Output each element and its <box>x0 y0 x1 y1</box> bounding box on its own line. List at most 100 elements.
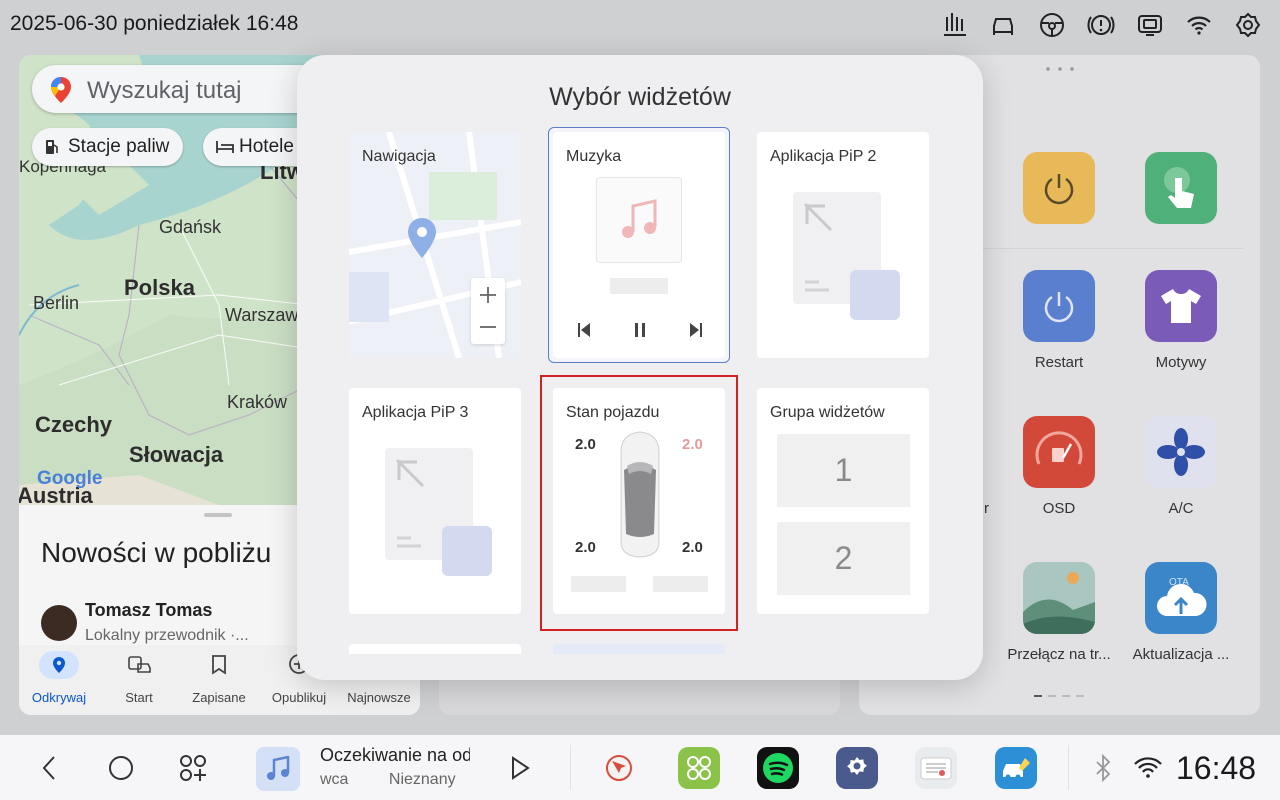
previous-icon[interactable] <box>577 322 591 338</box>
dialog-title: Wybór widżetów <box>549 83 731 111</box>
wifi-icon[interactable] <box>1133 755 1163 781</box>
dock-app-navigation[interactable] <box>598 747 640 789</box>
touch-hand-icon <box>1164 167 1194 208</box>
sheet-handle[interactable] <box>204 513 232 517</box>
radio-icon <box>920 757 952 780</box>
gauge-icon <box>1035 431 1083 465</box>
tab-odkrywaj[interactable]: Odkrywaj <box>19 645 99 715</box>
datetime: 2025-06-30 poniedziałek 16:48 <box>10 12 299 35</box>
app-label-motywy: Motywy <box>1155 354 1207 371</box>
car-icon[interactable] <box>989 11 1017 39</box>
media-subtitle: wca Nieznany <box>320 771 456 788</box>
widget-next-row[interactable] <box>553 644 725 654</box>
widget-pip-2[interactable]: Aplikacja PiP 2 <box>757 132 929 358</box>
widget-title: Aplikacja PiP 3 <box>362 404 469 421</box>
pip-preview-icon <box>793 192 900 320</box>
car-wrench-icon <box>1003 758 1030 780</box>
tab-start[interactable]: Start <box>99 645 179 715</box>
touch-app[interactable] <box>1145 152 1217 224</box>
compass-icon <box>606 755 632 781</box>
restart-icon <box>1044 292 1074 323</box>
maps-search-bar[interactable]: Wyszukaj tutaj <box>32 65 332 113</box>
dock-clock: 16:48 <box>1176 750 1257 786</box>
map-label-slowacja: Słowacja <box>129 442 224 467</box>
tab-label: Odkrywaj <box>31 690 87 705</box>
widget-muzyka[interactable]: Muzyka <box>548 127 730 363</box>
tshirt-icon <box>1161 289 1201 323</box>
widget-grupa[interactable]: Grupa widżetów 1 2 <box>757 388 929 614</box>
widget-title: Muzyka <box>566 148 622 165</box>
steering-wheel-icon[interactable] <box>1038 11 1066 39</box>
track-placeholder <box>610 278 668 294</box>
home-icon[interactable] <box>108 755 134 781</box>
google-logo: Google <box>37 468 103 489</box>
widget-next-row[interactable] <box>349 644 521 654</box>
tab-zapisane[interactable]: Zapisane <box>179 645 259 715</box>
wallpaper-app[interactable] <box>1023 562 1095 634</box>
warning-icon[interactable] <box>1087 11 1115 39</box>
power-app[interactable] <box>1023 152 1095 224</box>
fan-icon <box>1157 428 1205 476</box>
apps-grid-icon[interactable] <box>179 754 207 782</box>
dock-app-spotify[interactable] <box>757 747 799 789</box>
cloud-upload-icon: OTA <box>1157 577 1207 616</box>
landscape-icon <box>1023 562 1095 634</box>
media-album-thumb[interactable] <box>256 747 300 791</box>
maps-search-placeholder[interactable]: Wyszukaj tutaj <box>87 77 242 105</box>
heat-icon[interactable] <box>941 11 969 39</box>
themes-app[interactable] <box>1145 270 1217 342</box>
play-icon[interactable] <box>510 756 530 780</box>
map-label-krakow: Kraków <box>227 392 288 412</box>
osd-app[interactable] <box>1023 416 1095 488</box>
zoom-control[interactable] <box>471 278 505 344</box>
power-icon <box>1044 174 1074 205</box>
pause-icon[interactable] <box>634 322 646 338</box>
zoom-in-icon[interactable] <box>479 286 497 304</box>
zoom-out-icon[interactable] <box>479 318 497 336</box>
album-art <box>596 177 682 263</box>
display-icon[interactable] <box>1136 11 1164 39</box>
divider <box>969 248 1243 249</box>
chip-label: Stacje paliw <box>68 136 170 157</box>
dock-app-car-service[interactable] <box>995 747 1037 789</box>
widget-nawigacja[interactable]: Nawigacja <box>349 132 521 358</box>
drag-handle[interactable] <box>1042 67 1078 71</box>
bluetooth-icon[interactable] <box>1094 754 1112 782</box>
widget-title: Nawigacja <box>362 148 436 165</box>
next-icon[interactable] <box>689 322 703 338</box>
dock-app-launcher[interactable] <box>678 747 720 789</box>
ac-app[interactable] <box>1145 416 1217 488</box>
media-title[interactable]: Oczekiwanie na odtw <box>320 745 470 766</box>
avatar[interactable] <box>41 605 77 641</box>
chip-stacje-paliw[interactable]: Stacje paliw <box>32 128 184 166</box>
dock: Oczekiwanie na odtw wca Nieznany 16:48 <box>0 735 1280 800</box>
page-indicator <box>1034 695 1090 698</box>
gear-icon[interactable] <box>1234 11 1262 39</box>
dock-app-settings[interactable] <box>836 747 878 789</box>
wifi-icon[interactable] <box>1185 11 1213 39</box>
tab-label: Start <box>125 690 153 705</box>
user-name[interactable]: Tomasz Tomas <box>85 600 212 621</box>
app-label-osd: OSD <box>1042 500 1076 517</box>
grid-circles-icon <box>687 756 711 780</box>
map-label-czechy: Czechy <box>35 412 113 437</box>
map-label-warszawa: Warszaw <box>225 305 299 325</box>
maps-pin-logo-icon <box>51 77 71 103</box>
spotify-icon <box>763 753 793 783</box>
restart-app[interactable] <box>1023 270 1095 342</box>
tab-label: Opublikuj <box>271 690 327 705</box>
group-item-1[interactable]: 1 <box>777 434 910 507</box>
ota-app[interactable]: OTA <box>1145 562 1217 634</box>
app-label-ac: A/C <box>1168 500 1194 517</box>
chip-label: Hotele <box>239 136 294 157</box>
app-label-przelacz: Przełącz na tr... <box>1007 646 1111 663</box>
pip-preview-icon <box>385 448 492 576</box>
bed-icon <box>216 141 234 153</box>
group-item-2[interactable]: 2 <box>777 522 910 595</box>
map-label-berlin: Berlin <box>33 293 80 313</box>
fuel-icon <box>46 140 58 154</box>
app-label-aktualizacja: Aktualizacja ... <box>1132 646 1230 663</box>
widget-pip-3[interactable]: Aplikacja PiP 3 <box>349 388 521 614</box>
back-icon[interactable] <box>40 755 58 781</box>
dock-app-radio[interactable] <box>915 747 957 789</box>
